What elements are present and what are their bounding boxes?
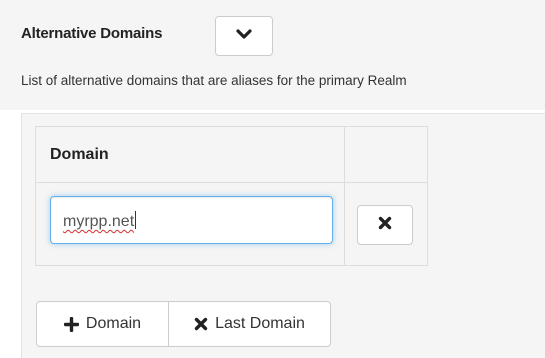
page: Alternative Domains List of alternative … [0, 0, 545, 358]
add-domain-label: Domain [85, 315, 142, 332]
section-title: Alternative Domains [21, 25, 163, 42]
times-icon [194, 317, 208, 331]
chevron-down-icon [236, 27, 252, 45]
domain-input[interactable] [50, 196, 333, 244]
table-row: myrpp.net [35, 182, 428, 266]
plus-icon [63, 316, 79, 332]
column-header-domain: Domain [35, 126, 345, 183]
remove-domain-button[interactable] [357, 205, 413, 245]
domain-actions-group: Domain Last Domain [36, 301, 331, 347]
section-header: Alternative Domains List of alternative … [0, 0, 545, 110]
remove-last-domain-button[interactable]: Last Domain [168, 301, 331, 347]
domains-panel: Domain myrpp.net Domain Last Domain [21, 113, 545, 358]
collapse-toggle-button[interactable] [215, 16, 273, 56]
column-header-actions [344, 126, 428, 183]
section-description: List of alternative domains that are ali… [21, 73, 407, 88]
domain-cell: myrpp.net [35, 182, 345, 266]
add-domain-button[interactable]: Domain [36, 301, 169, 347]
remove-last-domain-label: Last Domain [215, 315, 305, 332]
times-icon [378, 216, 392, 235]
table-header-row: Domain [35, 126, 428, 183]
action-cell [344, 182, 428, 266]
domains-table: Domain myrpp.net [35, 126, 428, 266]
